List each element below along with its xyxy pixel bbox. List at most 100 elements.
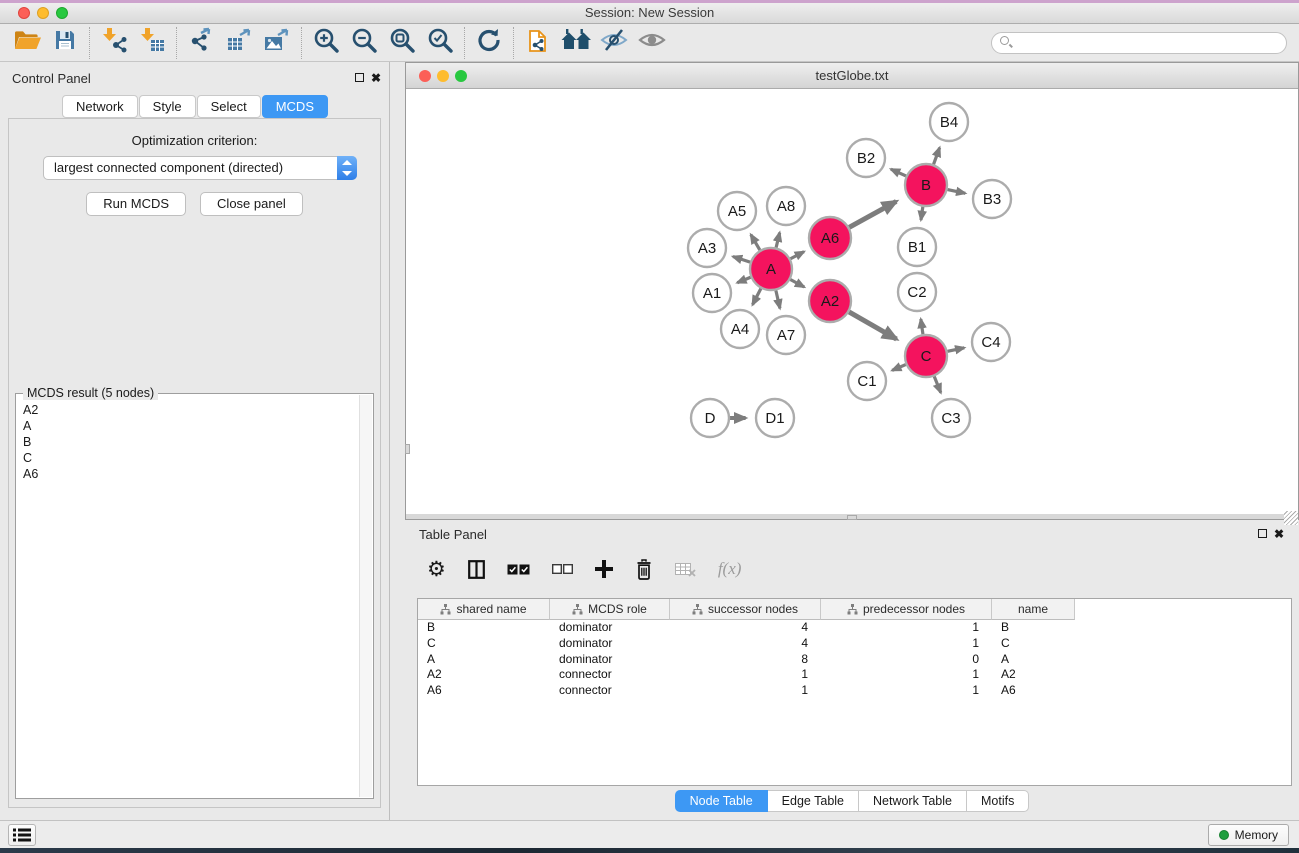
- edge-B-B3[interactable]: [948, 190, 966, 194]
- edge-B-B4[interactable]: [934, 148, 940, 165]
- tab-network-table[interactable]: Network Table: [859, 790, 967, 812]
- table-cell[interactable]: 1: [821, 683, 992, 699]
- hide-elements-button[interactable]: [595, 26, 633, 60]
- zoom-out-button[interactable]: [345, 26, 383, 60]
- zoom-in-button[interactable]: [307, 26, 345, 60]
- table-cell[interactable]: A: [418, 652, 550, 668]
- column-header-name[interactable]: name: [992, 599, 1075, 620]
- column-header-successor-nodes[interactable]: successor nodes: [670, 599, 821, 620]
- edge-B-B1[interactable]: [921, 207, 923, 220]
- column-header-mcds-role[interactable]: MCDS role: [550, 599, 670, 620]
- table-cell[interactable]: C: [418, 636, 550, 652]
- table-cell[interactable]: A6: [992, 683, 1075, 699]
- table-row[interactable]: A2connector11A2: [418, 667, 1291, 683]
- search-input[interactable]: [991, 32, 1287, 54]
- edge-B-B2[interactable]: [891, 169, 906, 176]
- save-session-button[interactable]: [46, 26, 84, 60]
- edge-C-C2[interactable]: [921, 319, 923, 334]
- edge-A-A1[interactable]: [737, 277, 750, 282]
- zoom-fit-button[interactable]: [383, 26, 421, 60]
- tab-edge-table[interactable]: Edge Table: [768, 790, 859, 812]
- mcds-result-item[interactable]: B: [16, 434, 357, 450]
- result-scrollbar[interactable]: [359, 395, 372, 797]
- tab-mcds[interactable]: MCDS: [262, 95, 328, 118]
- show-columns-button[interactable]: [468, 555, 485, 583]
- table-cell[interactable]: 1: [821, 620, 992, 636]
- close-traffic-light[interactable]: [419, 70, 431, 82]
- table-cell[interactable]: connector: [550, 683, 670, 699]
- add-column-button[interactable]: [595, 555, 613, 583]
- zoom-selected-button[interactable]: [421, 26, 459, 60]
- run-mcds-button[interactable]: Run MCDS: [86, 192, 186, 216]
- tab-select[interactable]: Select: [197, 95, 261, 118]
- close-panel-button[interactable]: Close panel: [200, 192, 303, 216]
- table-cell[interactable]: dominator: [550, 636, 670, 652]
- edge-C-C4[interactable]: [948, 348, 965, 352]
- export-image-button[interactable]: [258, 26, 296, 60]
- table-cell[interactable]: B: [418, 620, 550, 636]
- minimize-traffic-light[interactable]: [437, 70, 449, 82]
- import-table-button[interactable]: [133, 26, 171, 60]
- tab-style[interactable]: Style: [139, 95, 196, 118]
- table-cell[interactable]: 1: [670, 683, 821, 699]
- table-row[interactable]: Adominator80A: [418, 652, 1291, 668]
- table-cell[interactable]: 1: [821, 667, 992, 683]
- edge-A-A5[interactable]: [751, 235, 760, 250]
- table-cell[interactable]: C: [992, 636, 1075, 652]
- edge-A2-C[interactable]: [849, 312, 896, 339]
- tab-network[interactable]: Network: [62, 95, 138, 118]
- mcds-result-item[interactable]: A: [16, 418, 357, 434]
- memory-button[interactable]: Memory: [1208, 824, 1289, 846]
- table-row[interactable]: Bdominator41B: [418, 620, 1291, 636]
- edge-A-A8[interactable]: [776, 233, 780, 248]
- mcds-result-item[interactable]: A6: [16, 466, 357, 482]
- edge-A-A4[interactable]: [753, 289, 761, 305]
- close-traffic-light[interactable]: [18, 7, 30, 19]
- table-cell[interactable]: 1: [821, 636, 992, 652]
- mcds-result-item[interactable]: C: [16, 450, 357, 466]
- select-all-button[interactable]: [507, 555, 530, 583]
- table-cell[interactable]: A2: [992, 667, 1075, 683]
- edge-A-A7[interactable]: [776, 290, 780, 308]
- edge-A6-B[interactable]: [849, 201, 896, 227]
- table-cell[interactable]: A2: [418, 667, 550, 683]
- function-builder-button[interactable]: f(x): [718, 555, 742, 583]
- table-cell[interactable]: B: [992, 620, 1075, 636]
- task-history-button[interactable]: [8, 824, 36, 846]
- edge-A-A6[interactable]: [790, 252, 804, 259]
- table-cell[interactable]: A6: [418, 683, 550, 699]
- refresh-button[interactable]: [470, 26, 508, 60]
- table-cell[interactable]: connector: [550, 667, 670, 683]
- table-cell[interactable]: 8: [670, 652, 821, 668]
- edge-C-C1[interactable]: [892, 365, 906, 371]
- table-cell[interactable]: 4: [670, 620, 821, 636]
- network-canvas[interactable]: AA6A2BCA5A8A3A1A4A7B2B4B3B1C2C4C1C3DD1: [406, 89, 1298, 514]
- zoom-traffic-light[interactable]: [455, 70, 467, 82]
- edge-A-A3[interactable]: [733, 257, 750, 263]
- network-file-button[interactable]: [519, 26, 557, 60]
- float-panel-icon[interactable]: [1258, 529, 1267, 538]
- import-network-button[interactable]: [95, 26, 133, 60]
- tab-motifs[interactable]: Motifs: [967, 790, 1029, 812]
- window-resize-handle[interactable]: [405, 444, 410, 454]
- table-settings-button[interactable]: ⚙: [427, 555, 446, 583]
- minimize-traffic-light[interactable]: [37, 7, 49, 19]
- table-cell[interactable]: A: [992, 652, 1075, 668]
- table-cell[interactable]: 4: [670, 636, 821, 652]
- export-table-button[interactable]: [220, 26, 258, 60]
- destroy-table-button[interactable]: [675, 555, 696, 583]
- show-elements-button[interactable]: [633, 26, 671, 60]
- open-session-button[interactable]: [8, 26, 46, 60]
- table-cell[interactable]: dominator: [550, 652, 670, 668]
- delete-column-button[interactable]: [635, 555, 653, 583]
- table-row[interactable]: A6connector11A6: [418, 683, 1291, 699]
- close-panel-icon[interactable]: ✖: [1274, 528, 1284, 540]
- criterion-dropdown[interactable]: largest connected component (directed): [43, 156, 357, 180]
- column-header-shared-name[interactable]: shared name: [418, 599, 550, 620]
- home-button[interactable]: [557, 26, 595, 60]
- column-header-predecessor-nodes[interactable]: predecessor nodes: [821, 599, 992, 620]
- mcds-result-item[interactable]: A2: [16, 402, 357, 418]
- table-row[interactable]: Cdominator41C: [418, 636, 1291, 652]
- table-cell[interactable]: 1: [670, 667, 821, 683]
- zoom-traffic-light[interactable]: [56, 7, 68, 19]
